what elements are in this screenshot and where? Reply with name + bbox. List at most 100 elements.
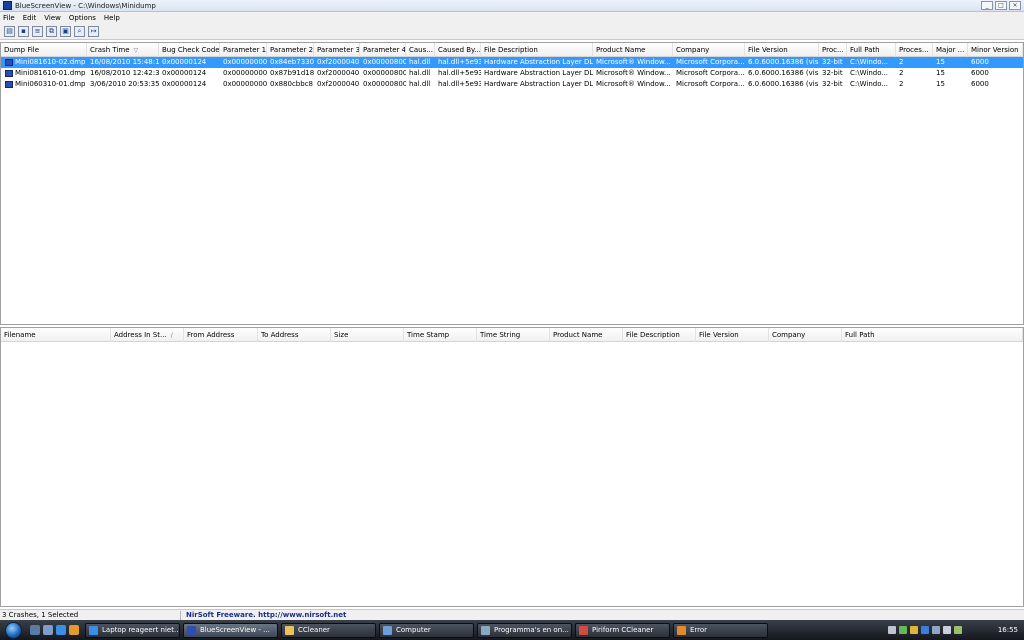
column-header-file-description[interactable]: File Description [481,43,593,57]
cell-crash-time: 16/08/2010 12:42:36 [90,69,159,77]
copy-icon[interactable]: ⧉ [46,26,57,37]
cell-product-name: Microsoft® Window... [596,58,671,66]
tray-app-icon[interactable] [899,626,907,634]
module-column-header-address-in-st[interactable]: Address In St... / [111,328,184,342]
bluescreen-icon [187,625,196,635]
module-column-header-time-string[interactable]: Time String [477,328,550,342]
menu-file[interactable]: File [3,14,15,22]
module-column-header-company[interactable]: Company [769,328,842,342]
taskbar-button-bluescreenview[interactable]: BlueScreenView - ... [183,622,278,638]
column-header-label: Proc... [822,46,844,54]
cell-parameter-3: 0xf2000040 [317,58,360,66]
column-header-parameter-1[interactable]: Parameter 1 [220,43,267,57]
column-header-parameter-3[interactable]: Parameter 3 [314,43,360,57]
column-header-crash-time[interactable]: Crash Time ▽ [87,43,159,57]
column-header-file-version[interactable]: File Version [745,43,819,57]
task-buttons: Laptop reageert niet... BlueScreenView - … [85,622,768,638]
show-desktop-icon[interactable] [30,625,40,635]
column-header-label: Product Name [596,46,646,54]
menu-edit[interactable]: Edit [23,14,37,22]
column-header-company[interactable]: Company [673,43,745,57]
report-icon[interactable]: ≡ [32,26,43,37]
tray-volume-icon[interactable] [943,626,951,634]
cell-proc: 32-bit [822,58,843,66]
cell-file-version: 6.0.6000.16386 (vis... [748,69,819,77]
sort-arrow-icon: / [170,332,173,339]
menu-view[interactable]: View [44,14,61,22]
cell-proc: 32-bit [822,80,843,88]
tray-arrow-icon[interactable] [888,626,896,634]
module-column-header-file-version[interactable]: File Version [696,328,769,342]
crash-row[interactable]: Mini060310-01.dmp 3/06/2010 20:53:35 0x000… [1,79,1023,90]
sort-arrow-icon: ▽ [133,47,139,54]
column-header-major[interactable]: Major ... [933,43,968,57]
maximize-button[interactable]: □ [995,1,1007,10]
taskbar-button-piriform-ccleaner[interactable]: Piriform CCleaner [575,622,670,638]
column-header-dump-file[interactable]: Dump File [1,43,87,57]
start-button[interactable] [0,620,26,640]
cell-caused-by: hal.dll+5e93 [438,69,481,77]
tray-shield-icon[interactable] [910,626,918,634]
cell-caus: hal.dll [409,80,431,88]
cell-full-path: C:\Windo... [850,69,889,77]
column-header-parameter-2[interactable]: Parameter 2 [267,43,314,57]
column-header-label: Caus... [409,46,433,54]
ie-quicklaunch-icon[interactable] [56,625,66,635]
module-column-header-from-address[interactable]: From Address [184,328,258,342]
exit-icon[interactable]: ↦ [88,26,99,37]
tray-network-icon[interactable] [932,626,940,634]
menu-help[interactable]: Help [104,14,120,22]
column-header-full-path[interactable]: Full Path [847,43,896,57]
cell-file-version: 6.0.6000.16386 (vis... [748,80,819,88]
cell-parameter-2: 0x84eb7330 [270,58,314,66]
minimize-button[interactable]: _ [981,1,993,10]
column-header-minor-version[interactable]: Minor Version [968,43,1023,57]
taskbar-button-laptop-reageert-niet[interactable]: Laptop reageert niet... [85,622,180,638]
tray-power-icon[interactable] [954,626,962,634]
cell-minor-version: 6000 [971,58,989,66]
column-header-proces[interactable]: Proces... [896,43,933,57]
media-player-icon[interactable] [69,625,79,635]
menu-options[interactable]: Options [69,14,96,22]
column-header-product-name[interactable]: Product Name [593,43,673,57]
module-column-header-product-name[interactable]: Product Name [550,328,623,342]
taskbar: Laptop reageert niet... BlueScreenView - … [0,620,1024,640]
tray-bluetooth-icon[interactable] [921,626,929,634]
column-header-parameter-4[interactable]: Parameter 4 [360,43,406,57]
cell-major: 15 [936,69,945,77]
module-column-header-full-path[interactable]: Full Path [842,328,1023,342]
properties-icon[interactable]: ▤ [4,26,15,37]
column-header-label: Parameter 2 [270,46,314,54]
open-icon[interactable]: ▣ [60,26,71,37]
crash-list-header: Dump File Crash Time ▽ Bug Check Code Parame… [1,43,1023,57]
taskbar-button-error[interactable]: Error [673,622,768,638]
column-header-label: Time String [480,331,521,339]
module-column-header-file-description[interactable]: File Description [623,328,696,342]
column-header-proc[interactable]: Proc... [819,43,847,57]
column-header-bug-check-code[interactable]: Bug Check Code [159,43,220,57]
module-column-header-filename[interactable]: Filename [1,328,111,342]
column-header-label: Dump File [4,46,40,54]
module-column-header-time-stamp[interactable]: Time Stamp [404,328,477,342]
switch-windows-icon[interactable] [43,625,53,635]
cell-minor-version: 6000 [971,69,989,77]
module-column-header-to-address[interactable]: To Address [258,328,331,342]
column-header-caused-by[interactable]: Caused By... [435,43,481,57]
column-header-caus[interactable]: Caus... [406,43,435,57]
taskbar-button-ccleaner[interactable]: CCleaner [281,622,376,638]
cell-crash-time: 16/08/2010 15:48:17 [90,58,159,66]
column-header-label: Parameter 4 [363,46,406,54]
taskbar-button-programma-s-en-on[interactable]: Programma's en on... [477,622,572,638]
control-panel-icon [481,625,490,635]
close-button[interactable]: × [1009,1,1021,10]
save-icon[interactable]: ▪ [18,26,29,37]
crash-row[interactable]: Mini081610-02.dmp 16/08/2010 15:48:17 0x00… [1,57,1023,68]
cell-file-description: Hardware Abstraction Layer DLL [484,58,593,66]
column-header-label: Proces... [899,46,929,54]
taskbar-button-computer[interactable]: Computer [379,622,474,638]
module-column-header-size[interactable]: Size [331,328,404,342]
taskbar-button-label: Programma's en on... [494,625,569,634]
find-icon[interactable]: ⌕ [74,26,85,37]
cell-major: 15 [936,58,945,66]
crash-row[interactable]: Mini081610-01.dmp 16/08/2010 12:42:36 0x00… [1,68,1023,79]
